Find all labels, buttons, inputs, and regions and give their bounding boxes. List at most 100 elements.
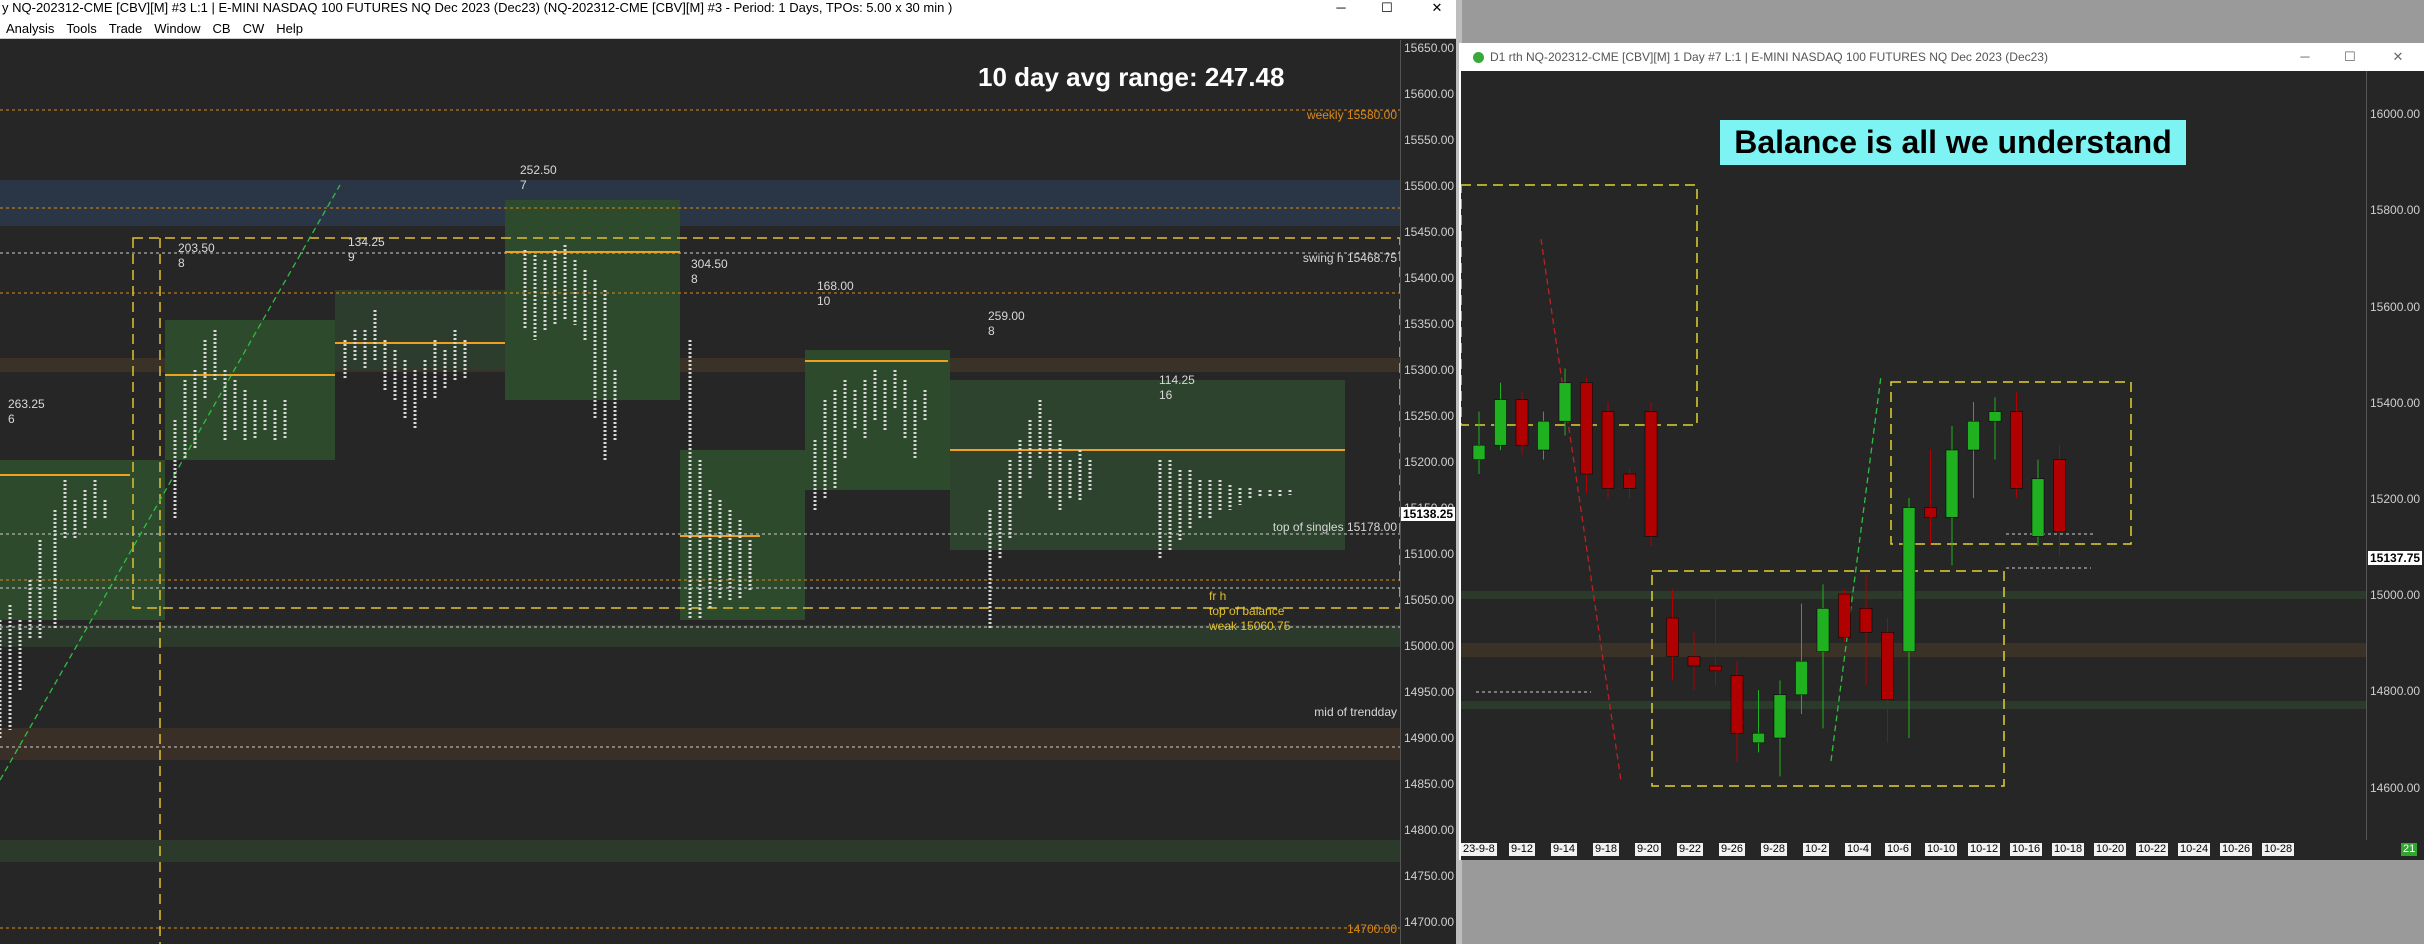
profile-range: 114.25 [1159,373,1195,387]
price-tick: 15600.00 [1404,87,1455,101]
tpo-chart-canvas[interactable]: 263.25 6 203.50 8 134.25 9 252.50 7 304.… [0,40,1400,944]
price-tick: 14800.00 [2370,684,2421,698]
price-tick: 14950.00 [1404,685,1455,699]
value-area-6 [805,350,950,490]
candle-body [1967,420,1980,451]
menu-window[interactable]: Window [154,21,200,36]
profile-count: 7 [520,178,527,192]
candle-body [2010,411,2023,489]
candle-body [1881,632,1894,700]
menu-trade[interactable]: Trade [109,21,142,36]
profile-range: 304.50 [691,257,728,271]
weak-label: weak 15060.75 [1208,619,1291,633]
minimize-button[interactable]: ─ [1324,0,1358,17]
price-tick: 15400.00 [1404,271,1455,285]
date-axis[interactable]: 23-9-8 9-12 9-14 9-18 9-20 9-22 9-26 9-2… [1461,840,2424,860]
price-axis[interactable]: 16000.00 15800.00 15600.00 15400.00 1520… [2366,71,2424,840]
candle-body [1494,399,1507,446]
date-tick: 10-18 [2052,843,2085,856]
candle-body [1644,411,1658,537]
price-axis[interactable]: 15650.00 15600.00 15550.00 15500.00 1545… [1400,40,1456,944]
candle-body [1988,411,2002,422]
value-band [0,625,1400,647]
date-tick: 9-18 [1593,843,1620,856]
price-tick: 15600.00 [2370,300,2421,314]
profile-range: 134.25 [348,235,385,249]
lower-band [0,840,1400,862]
candle-body [1623,473,1636,489]
price-tick: 15450.00 [1404,225,1455,239]
value-area-4 [505,200,680,400]
price-tick: 14850.00 [1404,777,1455,791]
window-title: y NQ-202312-CME [CBV][M] #3 L:1 | E-MINI… [2,0,953,15]
value-area-2 [165,320,335,460]
low-level-label: 14700.00 [1347,922,1397,936]
date-tick: 10-24 [2178,843,2211,856]
date-tick: 9-20 [1635,843,1662,856]
menu-analysis[interactable]: Analysis [6,21,54,36]
price-tick: 15300.00 [1404,363,1455,377]
window-title-bar[interactable]: D1 rth NQ-202312-CME [CBV][M] 1 Day #7 L… [1459,43,2424,71]
candle-body [1601,411,1615,489]
date-tick: 10-10 [1925,843,1958,856]
price-tick: 16000.00 [2370,107,2421,121]
bar-counter-badge: 21 [2401,843,2418,856]
current-price-badge: 15138.25 [1401,507,1456,521]
price-tick: 14900.00 [1404,731,1455,745]
date-tick: 9-26 [1719,843,1746,856]
minimize-button[interactable]: ─ [2288,49,2322,66]
price-tick: 15800.00 [2370,203,2421,217]
profile-range: 263.25 [8,397,45,411]
close-button[interactable]: ✕ [2381,49,2415,66]
candle-body [1902,507,1916,652]
window-title-bar[interactable]: y NQ-202312-CME [CBV][M] #3 L:1 | E-MINI… [0,0,1456,17]
price-tick: 15350.00 [1404,317,1455,331]
fr-h-label: fr h [1209,589,1226,603]
candlestick-window: D1 rth NQ-202312-CME [CBV][M] 1 Day #7 L… [1459,43,2424,860]
price-tick: 14600.00 [2370,781,2421,795]
price-tick: 15250.00 [1404,409,1455,423]
candle-body [1838,593,1851,638]
date-tick: 10-26 [2220,843,2253,856]
date-tick: 10-28 [2262,843,2295,856]
candle-body [1687,656,1701,667]
maximize-button[interactable]: ☐ [1370,0,1404,17]
candle-body [1730,675,1744,734]
swing-high-label: swing h 15468.75 [1303,251,1397,265]
menu-cb[interactable]: CB [213,21,231,36]
profile-count: 10 [817,294,831,308]
profile-count: 8 [178,256,185,270]
menu-tools[interactable]: Tools [66,21,96,36]
date-tick: 9-22 [1677,843,1704,856]
candlestick-chart[interactable] [1461,71,2366,840]
candle-body [1472,444,1486,460]
candle-body [2053,459,2066,532]
app-status-icon [1473,52,1484,64]
date-tick: 10-20 [2094,843,2127,856]
price-tick: 15050.00 [1404,593,1455,607]
price-tick: 15500.00 [1404,179,1455,193]
candle-body [1795,660,1808,696]
price-tick: 15000.00 [2370,588,2421,602]
profile-count: 8 [988,324,995,338]
top-of-balance-label: top of balance [1209,604,1285,618]
price-tick: 14800.00 [1404,823,1455,837]
profile-count: 9 [348,250,355,264]
window-title: D1 rth NQ-202312-CME [CBV][M] 1 Day #7 L… [1490,50,2048,64]
profile-range: 252.50 [520,163,557,177]
profile-count: 8 [691,272,698,286]
candle-body [2031,478,2045,537]
candle-body [1709,665,1722,672]
price-tick: 15100.00 [1404,547,1455,561]
maximize-button[interactable]: ☐ [2333,49,2367,66]
menu-help[interactable]: Help [276,21,303,36]
close-button[interactable]: ✕ [1420,0,1454,17]
mid-trendday-label: mid of trendday [1314,705,1397,719]
candle-body [1537,420,1550,451]
candle-body [1580,382,1593,475]
profile-range: 168.00 [817,279,854,293]
date-tick: 10-16 [2010,843,2043,856]
date-tick: 9-12 [1509,843,1536,856]
menu-cw[interactable]: CW [243,21,265,36]
candle-body [1515,399,1529,446]
